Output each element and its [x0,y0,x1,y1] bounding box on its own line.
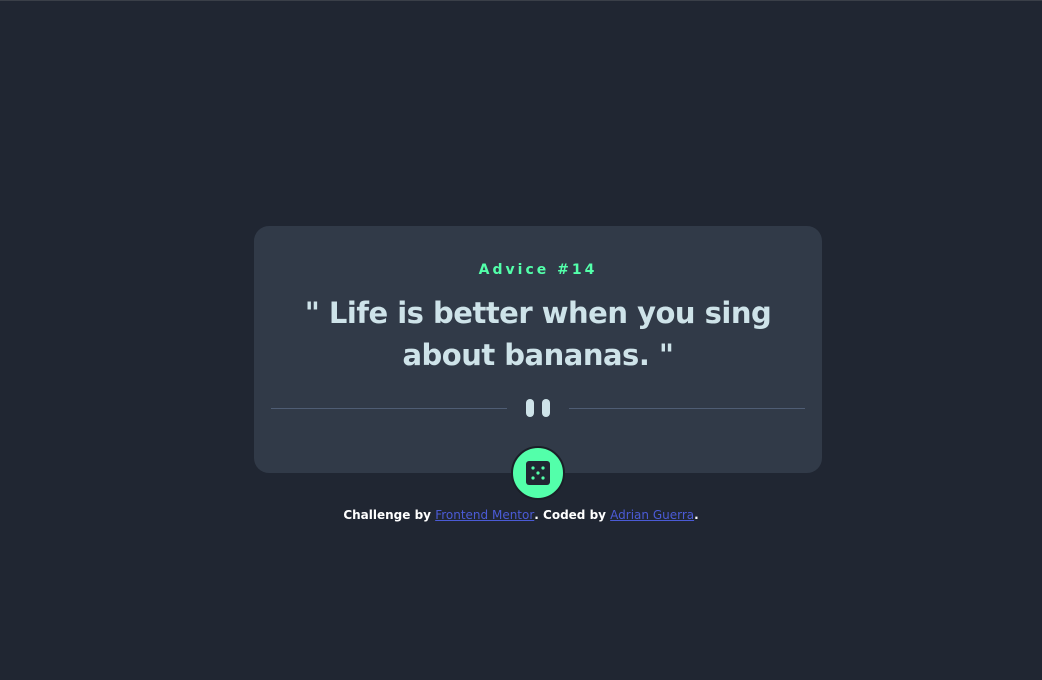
advice-quote: " Life is better when you sing about ban… [304,296,772,372]
new-advice-button[interactable] [511,446,565,500]
divider-line-right [569,408,805,409]
advice-card: Advice #14 " Life is better when you sin… [254,226,822,473]
attribution-prefix: Challenge by [343,508,436,522]
divider-line-left [271,408,507,409]
author-link[interactable]: Adrian Guerra [610,508,694,522]
attribution: Challenge by Frontend Mentor. Coded by A… [0,508,1042,522]
dice-icon [526,461,550,485]
attribution-middle: . Coded by [534,508,611,522]
attribution-suffix: . [694,508,699,522]
advice-id-label: Advice #14 [478,262,598,278]
pause-icon [526,399,550,417]
pause-bar-left [526,399,534,417]
divider [271,397,805,421]
pause-bar-right [542,399,550,417]
frontend-mentor-link[interactable]: Frontend Mentor [435,508,534,522]
